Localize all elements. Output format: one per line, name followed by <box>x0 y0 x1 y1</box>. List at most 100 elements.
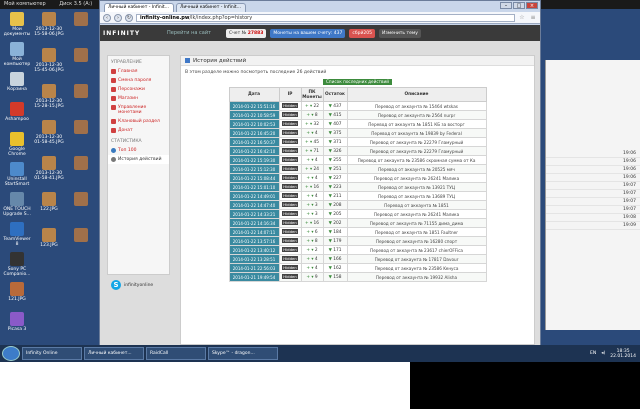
taskbar-button[interactable]: RaidCall <box>146 347 206 360</box>
account-number: 27883 <box>247 30 264 36</box>
photo-file-icon <box>42 228 56 242</box>
desktop-icon-label: Uninstall StartSmart <box>4 177 30 187</box>
url-input[interactable]: infinity-online.pw/lk/index.php?op=histo… <box>136 13 515 22</box>
tab-personal-cabinet-2[interactable]: Личный кабинет - Infinit... <box>176 3 246 12</box>
desktop-icon[interactable]: Uninstall StartSmart <box>2 162 32 187</box>
row-rest: ▼ 251 <box>322 164 348 174</box>
desktop-icon[interactable]: Корзина <box>2 72 32 92</box>
desktop-icon-image <box>10 42 24 56</box>
desktop-icon[interactable]: Ashampoo <box>2 102 32 122</box>
row-description: Перевод от аккаунта № 19932 Alisha <box>346 272 487 282</box>
row-rest: ▼ 205 <box>322 209 348 219</box>
row-rest: ▼ 375 <box>322 128 348 138</box>
ip-hidden-badge: Hidden <box>282 220 298 225</box>
desktop-icon[interactable]: ONE TOUCH Upgrade S... <box>2 192 32 217</box>
sidebar-item-label: Персонажи <box>118 87 145 92</box>
coins-button[interactable]: Монеты на вашем счету: 437 <box>270 28 346 38</box>
photo-file-icon <box>74 192 88 206</box>
desktop-icon[interactable]: Мои документы <box>2 12 32 37</box>
desktop-icon[interactable]: Picasa 3 <box>2 312 32 332</box>
coin-arrow-icon: + ▾ <box>306 229 315 235</box>
desktop-file-col2[interactable] <box>66 120 96 135</box>
sidebar-item-label: Клановый раздел <box>118 119 160 124</box>
desktop-file[interactable]: 2013-12-30 01-58-45.JPG <box>34 120 64 145</box>
language-indicator[interactable]: EN <box>590 351 596 356</box>
taskbar-button[interactable]: Личный кабинет... <box>84 347 144 360</box>
desktop-file[interactable]: 2013-12-30 15-45-06.JPG <box>34 48 64 73</box>
sidebar-item[interactable]: Донат <box>108 126 169 135</box>
desktop-file-col2[interactable] <box>66 84 96 99</box>
row-rest: ▼ 166 <box>322 254 348 264</box>
taskbar: Infinity Online Личный кабинет... RaidCall… <box>0 345 640 362</box>
row-ip: Hidden <box>278 182 302 192</box>
change-theme-button[interactable]: Изменить тему <box>378 28 421 38</box>
minimize-button[interactable]: – <box>500 2 512 9</box>
taskbar-button[interactable]: Skype™ - dragon... <box>208 347 278 360</box>
photo-file-icon <box>42 192 56 206</box>
go-to-site-link[interactable]: Перейти на сайт <box>167 30 222 36</box>
desktop-icon[interactable]: TeamViewer 8 <box>2 222 32 247</box>
desktop-file-col2[interactable] <box>66 48 96 63</box>
row-ip: Hidden <box>278 119 302 129</box>
taskbar-button[interactable]: Infinity Online <box>22 347 82 360</box>
row-description: Перевод от аккаунта № 22279 Гламурный <box>346 137 487 147</box>
gold-button[interactable]: сбрй205 <box>349 28 375 38</box>
tab-personal-cabinet[interactable]: Личный кабинет - Infinit... <box>104 3 174 12</box>
maximize-button[interactable]: □ <box>513 2 525 9</box>
menu-icon[interactable]: ≡ <box>529 14 537 21</box>
row-coins: + ▾ 16 <box>300 218 324 228</box>
sidebar-item[interactable]: Персонажи <box>108 85 169 94</box>
row-description: Перевод от аккаунта № 71155 дима_дима <box>346 218 487 228</box>
bookmark-star-icon[interactable]: ☆ <box>518 14 526 21</box>
sidebar-item-icon <box>111 128 116 133</box>
desktop-file[interactable]: 2013-12-30 15-28-15.JPG <box>34 84 64 109</box>
desktop-file-col2[interactable] <box>66 228 96 243</box>
desktop-file-col2[interactable] <box>66 12 96 27</box>
sidebar-item[interactable]: Управление монетами <box>108 103 169 117</box>
topbar-floppy[interactable]: Диск 3.5 (A:) <box>59 1 92 7</box>
row-coins-value: 16 <box>313 220 319 226</box>
desktop-icon[interactable]: Мой компьютер <box>2 42 32 67</box>
sidebar-item[interactable]: Главная <box>108 67 169 76</box>
desktop-icon[interactable]: Google Chrome <box>2 132 32 157</box>
desktop-icon[interactable]: 121.JPG <box>2 282 32 302</box>
main-title-text: История действий <box>193 58 247 64</box>
sidebar-item[interactable]: Клановый раздел <box>108 117 169 126</box>
row-rest-value: 202 <box>333 220 342 226</box>
sidebar-item-icon <box>111 87 116 92</box>
sidebar-stats-item[interactable]: Топ 100 <box>108 146 169 155</box>
desktop-file-col2[interactable] <box>66 192 96 207</box>
clock[interactable]: 18:35 22.01.2014 <box>610 349 636 359</box>
skype-contact[interactable]: S infinityonline <box>107 277 170 293</box>
sidebar-stats-item[interactable]: История действий <box>108 155 169 164</box>
reload-button[interactable]: ↻ <box>125 13 133 22</box>
close-button[interactable]: × <box>526 2 538 9</box>
sidebar-item[interactable]: Магазин <box>108 94 169 103</box>
forward-button[interactable]: › <box>114 13 122 22</box>
desktop-file[interactable]: 123.JPG <box>34 228 64 248</box>
history-row: 2014-01-21 22:56:03 Hidden + ▾ 4 ▼ 162 Перев… <box>228 263 487 273</box>
desktop-file-col2[interactable] <box>66 156 96 171</box>
topbar-my-computer[interactable]: Мой компьютер <box>4 1 46 7</box>
desktop-icon[interactable]: Sony PC Companio... <box>2 252 32 277</box>
desktop-file[interactable]: 2013-12-30 01-58-41.JPG <box>34 156 64 181</box>
desktop-file[interactable]: 122.JPG <box>34 192 64 212</box>
sidebar-item[interactable]: Смена пароля <box>108 76 169 85</box>
row-coins-value: 22 <box>313 103 319 109</box>
volume-icon[interactable]: ◂) <box>601 351 605 356</box>
site-logo[interactable]: INFINITY <box>103 30 163 37</box>
desktop-icon-image <box>10 12 24 26</box>
bottom-black-area <box>410 362 640 409</box>
row-coins: + ▾ 2 <box>300 245 324 255</box>
row-ip: Hidden <box>278 128 302 138</box>
sidebar-item-icon <box>111 78 116 83</box>
row-date: 2014-01-22 14:16:34 <box>228 218 280 228</box>
start-button[interactable] <box>2 346 20 361</box>
row-ip: Hidden <box>278 227 302 237</box>
desktop-icon-image <box>10 132 24 146</box>
desktop-file[interactable]: 2013-12-30 15-58-06.JPG <box>34 12 64 37</box>
row-rest-value: 158 <box>333 274 342 280</box>
background-chat-window[interactable]: 19:06 19:06 19:06 19:06 19:07 19:07 19:07 19:07… <box>545 60 640 330</box>
coin-arrow-icon: + ▾ <box>305 139 314 145</box>
back-button[interactable]: ‹ <box>103 13 111 22</box>
